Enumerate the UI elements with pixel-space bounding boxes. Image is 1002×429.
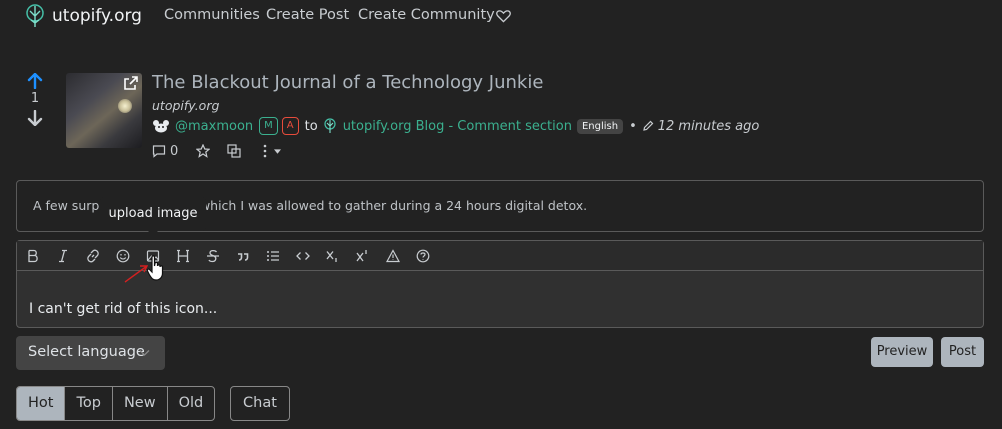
post-actions: 0 xyxy=(152,142,282,160)
spoiler-icon[interactable] xyxy=(384,247,402,265)
navbar: utopify.org Communities Create Post Crea… xyxy=(0,0,1002,32)
nav-create-post[interactable]: Create Post xyxy=(266,7,349,23)
superscript-icon[interactable] xyxy=(354,247,372,265)
language-badge: English xyxy=(576,118,624,134)
list-icon[interactable] xyxy=(264,247,282,265)
sort-old[interactable]: Old xyxy=(168,387,215,420)
select-language-dropdown[interactable]: Select language xyxy=(16,336,165,370)
help-icon[interactable] xyxy=(414,247,432,265)
subscript-icon[interactable] xyxy=(324,247,342,265)
comment-textarea[interactable]: I can't get rid of this icon... xyxy=(29,301,217,317)
post-title[interactable]: The Blackout Journal of a Technology Jun… xyxy=(152,72,543,93)
sort-toggle-group: Hot Top New Old xyxy=(16,386,216,421)
link-icon[interactable] xyxy=(84,247,102,265)
community-icon xyxy=(324,118,336,133)
to-label: to xyxy=(304,118,318,134)
select-language-label: Select language xyxy=(28,344,145,360)
brand-link[interactable]: utopify.org xyxy=(24,3,142,29)
sort-hot[interactable]: Hot xyxy=(17,387,66,420)
preview-button[interactable]: Preview xyxy=(871,337,933,367)
separator-dot: • xyxy=(629,118,637,134)
header-icon[interactable] xyxy=(174,247,192,265)
quote-icon[interactable] xyxy=(234,247,252,265)
post-thumbnail[interactable] xyxy=(66,73,142,148)
comment-icon[interactable] xyxy=(152,144,166,158)
italic-icon[interactable] xyxy=(54,247,72,265)
post-byline: @maxmoon M A to utopify.org Blog - Comme… xyxy=(152,117,759,135)
comment-count[interactable]: 0 xyxy=(170,144,178,159)
pencil-icon xyxy=(642,120,654,131)
user-avatar-icon xyxy=(153,120,169,133)
admin-badge: A xyxy=(281,117,299,135)
site-logo-icon xyxy=(26,4,44,27)
vote-score: 1 xyxy=(30,91,40,106)
chat-button[interactable]: Chat xyxy=(230,386,290,421)
upload-image-tooltip: upload image xyxy=(100,197,206,236)
moderator-badge: M xyxy=(259,117,278,135)
post-body-text-end: which I was allowed to gather during a 2… xyxy=(199,198,588,213)
nav-communities[interactable]: Communities xyxy=(164,7,260,23)
downvote-arrow-icon[interactable] xyxy=(27,110,43,126)
chevron-down-icon xyxy=(139,350,150,356)
post-button[interactable]: Post xyxy=(941,337,984,367)
community-link[interactable]: utopify.org Blog - Comment section xyxy=(343,119,572,134)
heart-icon[interactable] xyxy=(496,9,511,23)
crosspost-icon[interactable] xyxy=(227,144,241,158)
star-icon[interactable] xyxy=(196,144,211,158)
site-name: utopify.org xyxy=(52,6,142,26)
nav-create-community[interactable]: Create Community xyxy=(358,7,495,23)
post-body-text-start: A few surpri xyxy=(33,198,108,213)
post-time: 12 minutes ago xyxy=(657,118,760,134)
sort-top[interactable]: Top xyxy=(65,387,113,420)
more-options-icon[interactable] xyxy=(258,144,272,158)
more-caret-icon[interactable] xyxy=(274,148,282,154)
bold-icon[interactable] xyxy=(24,247,42,265)
external-link-icon[interactable] xyxy=(123,75,139,91)
code-icon[interactable] xyxy=(294,247,312,265)
strikethrough-icon[interactable] xyxy=(204,247,222,265)
post-domain[interactable]: utopify.org xyxy=(152,98,219,113)
thumbnail-light xyxy=(118,99,132,113)
hand-cursor-icon xyxy=(146,255,164,281)
upvote-arrow-icon[interactable] xyxy=(27,73,43,89)
author-link[interactable]: @maxmoon xyxy=(175,119,253,134)
sort-new[interactable]: New xyxy=(113,387,168,420)
